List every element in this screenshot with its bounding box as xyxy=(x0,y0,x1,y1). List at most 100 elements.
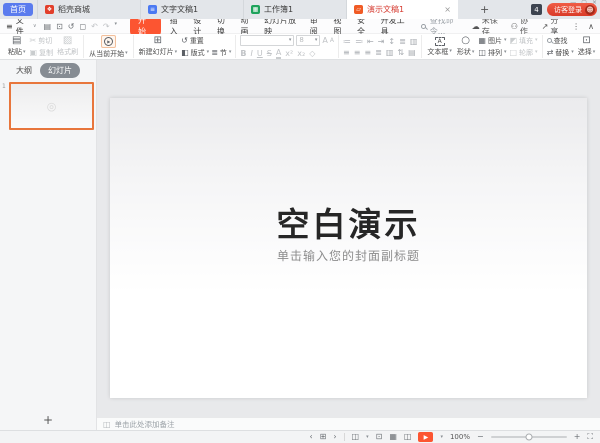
undo-icon[interactable]: ↶ xyxy=(91,22,98,31)
select-icon: ⊡ xyxy=(582,36,590,46)
zoom-slider-knob[interactable] xyxy=(525,434,532,441)
grow-font-button[interactable]: A xyxy=(322,36,327,45)
slideshow-play-button[interactable]: ▶ xyxy=(418,432,433,442)
new-slide-button[interactable]: ⊞ 新建幻灯片▾ xyxy=(138,36,179,57)
play-from-current-button[interactable]: ▶ 从当前开始▾ xyxy=(88,35,129,59)
zoom-level[interactable]: 100% xyxy=(450,433,470,441)
dropdown-caret-icon[interactable]: ▾ xyxy=(115,22,118,31)
slide-sorter-icon[interactable]: ▦ xyxy=(389,433,397,441)
superscript-button[interactable]: x² xyxy=(285,49,293,58)
italic-button[interactable]: I xyxy=(251,49,253,58)
notes-view-icon[interactable]: ◫ xyxy=(352,433,360,441)
slide-grid-icon[interactable]: ⊞ xyxy=(320,433,327,441)
increase-indent-icon[interactable]: ⇥ xyxy=(378,37,385,46)
close-tab-icon[interactable]: × xyxy=(444,5,451,14)
layout-button[interactable]: 版式 xyxy=(191,48,205,58)
justify-icon[interactable]: ≣ xyxy=(375,48,382,57)
redo-icon[interactable]: ↷ xyxy=(103,22,110,31)
reset-label: 重置 xyxy=(190,36,204,46)
tab-docer-mall[interactable]: ❖ 稻壳商城 xyxy=(37,0,140,19)
format-painter-label: 格式刷 xyxy=(57,47,78,57)
home-button[interactable]: 首页 xyxy=(3,3,33,16)
fit-slide-icon[interactable]: ⛶ xyxy=(587,433,593,441)
paste-button[interactable]: ▤ 粘贴▾ xyxy=(7,36,27,57)
align-center-icon[interactable]: ≡ xyxy=(354,48,361,57)
strikethrough-button[interactable]: S xyxy=(267,49,272,58)
paragraph-settings-icon[interactable]: ≣ xyxy=(399,37,406,46)
underline-button[interactable]: U xyxy=(257,49,263,58)
slide-thumbnail-selected[interactable]: ◎ xyxy=(9,82,94,130)
picture-button[interactable]: 图片 xyxy=(488,36,502,46)
save-icon[interactable]: ▤ xyxy=(44,22,52,31)
more-icon[interactable]: ⋮ xyxy=(572,22,580,31)
cut-button[interactable]: ✂ 剪切 xyxy=(30,36,54,46)
copy-button[interactable]: ▣ 复制 xyxy=(30,48,54,58)
align-right-icon[interactable]: ≡ xyxy=(364,48,371,57)
new-doc-icon[interactable]: ◻ xyxy=(79,22,86,31)
numbering-icon[interactable]: ≕ xyxy=(355,37,363,46)
shrink-font-button[interactable]: A xyxy=(330,37,334,44)
textbox-button[interactable]: A 文本框▾ xyxy=(426,37,453,57)
tab-spreadsheet[interactable]: ▦ 工作簿1 xyxy=(243,0,346,19)
arrange-button[interactable]: 排列 xyxy=(488,48,502,58)
char-shading-button[interactable]: ◇ xyxy=(309,49,315,58)
writer-icon: ≡ xyxy=(148,5,157,14)
align-left-icon[interactable]: ≡ xyxy=(343,48,350,57)
tab-slides[interactable]: 幻灯片 xyxy=(40,63,80,78)
line-spacing-icon[interactable]: ↕ xyxy=(388,37,395,46)
format-painter-button[interactable]: ▨ 格式刷 xyxy=(56,36,79,57)
replace-button[interactable]: ⇄ 替换 ▾ xyxy=(547,48,574,58)
tab-outline[interactable]: 大纲 xyxy=(16,65,32,76)
zoom-slider[interactable] xyxy=(491,436,567,438)
cloud-icon: ☁ xyxy=(472,22,480,31)
notes-bar[interactable]: ◫ 单击此处添加备注 xyxy=(97,417,600,430)
copy-label: 复制 xyxy=(39,48,53,58)
new-tab-button[interactable]: + xyxy=(474,4,495,15)
slide-subtitle[interactable]: 单击输入您的封面副标题 xyxy=(110,247,587,264)
guest-login-button[interactable]: 访客登录 ☻ xyxy=(547,3,597,16)
tab-writer-document[interactable]: ≡ 文字文稿1 xyxy=(140,0,243,19)
select-button[interactable]: ⊡ 选择▾ xyxy=(577,36,597,57)
section-button[interactable]: 节 xyxy=(220,48,227,58)
notification-badge[interactable]: 4 xyxy=(531,4,542,15)
slide-title[interactable]: 空白演示 xyxy=(110,198,587,246)
select-label: 选择 xyxy=(578,47,592,57)
prev-slide-icon[interactable]: ‹ xyxy=(309,433,312,441)
tab-label: 工作簿1 xyxy=(264,4,293,15)
font-family-select[interactable]: ▾ xyxy=(240,35,294,46)
new-slide-icon: ⊞ xyxy=(154,36,162,46)
decrease-indent-icon[interactable]: ⇤ xyxy=(367,37,374,46)
slide[interactable]: 空白演示 单击输入您的封面副标题 xyxy=(110,98,587,398)
font-size-select[interactable]: 8▾ xyxy=(296,35,320,46)
find-label: 查找 xyxy=(554,36,568,46)
reading-view-icon[interactable]: ◫ xyxy=(404,433,412,441)
dropdown-caret-icon: ▾ xyxy=(571,50,574,55)
tab-presentation-active[interactable]: ▱ 演示文稿1 × xyxy=(346,0,458,19)
vertical-align-icon[interactable]: ⇅ xyxy=(397,48,404,57)
next-slide-icon[interactable]: › xyxy=(333,433,336,441)
shapes-button[interactable]: ○ 形状▾ xyxy=(456,36,476,57)
text-tools-icon[interactable]: ▤ xyxy=(408,48,416,57)
collapse-ribbon-icon[interactable]: ∧ xyxy=(588,22,594,31)
subscript-button[interactable]: x₂ xyxy=(297,49,305,58)
reset-button[interactable]: ↺ 重置 xyxy=(181,36,231,46)
bullets-icon[interactable]: ≔ xyxy=(343,37,351,46)
fill-button[interactable]: 填充 xyxy=(519,36,533,46)
normal-view-icon[interactable]: ⊡ xyxy=(376,433,383,441)
dropdown-caret-icon[interactable]: ▾ xyxy=(440,435,443,440)
font-color-button[interactable]: A xyxy=(276,48,281,59)
preview-icon[interactable]: ↺ xyxy=(68,22,75,31)
zoom-out-icon[interactable]: − xyxy=(477,433,484,441)
find-button[interactable]: 查找 xyxy=(547,36,574,46)
columns-icon[interactable]: ▥ xyxy=(386,48,394,57)
bold-button[interactable]: B xyxy=(240,49,246,58)
dropdown-caret-icon[interactable]: ▾ xyxy=(366,435,369,440)
tabbar-right-group: 4 访客登录 ☻ xyxy=(531,3,597,16)
add-slide-button[interactable]: + xyxy=(0,410,96,430)
print-icon[interactable]: ⊡ xyxy=(56,22,63,31)
zoom-in-icon[interactable]: + xyxy=(574,433,581,441)
dropdown-caret-icon: ▾ xyxy=(535,50,538,55)
layout-icon: ◧ xyxy=(181,49,189,57)
outline-button[interactable]: 轮廓 xyxy=(519,48,533,58)
text-direction-icon[interactable]: ▥ xyxy=(410,37,418,46)
